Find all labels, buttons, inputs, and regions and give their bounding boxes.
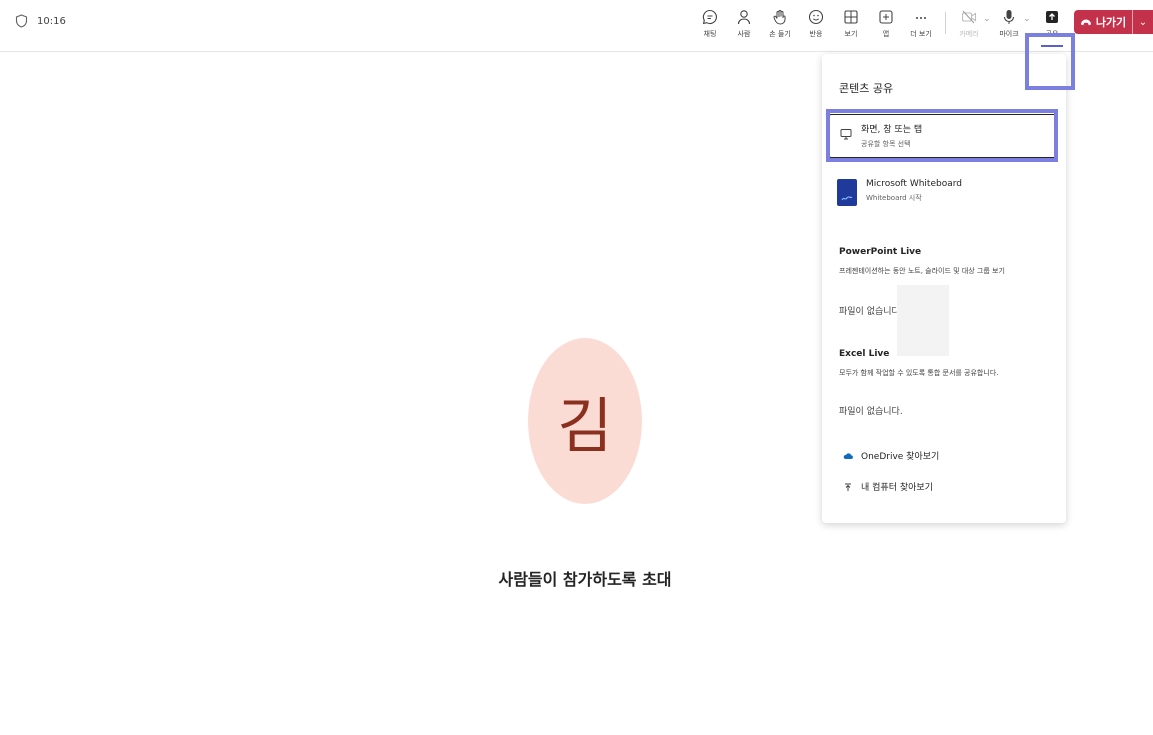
mic-options-chevron-icon[interactable]: ⌄ [1023,14,1031,24]
apps-label: 앱 [882,30,890,38]
chat-icon [702,9,717,25]
cloud-icon [843,452,853,459]
browse-onedrive-label: OneDrive 찾아보기 [861,452,940,462]
share-content-panel: 콘텐츠 공유 화면, 창 또는 탭 공유할 항목 선택 Microsoft Wh… [822,54,1066,523]
chat-button[interactable]: 채팅 [693,8,727,44]
monitor-icon [840,129,852,140]
people-label: 사람 [737,30,751,38]
mic-button[interactable]: 마이크 [992,8,1026,44]
whiteboard-option[interactable]: Microsoft Whiteboard Whiteboard 시작 [829,179,1058,206]
shield-icon [15,14,28,28]
powerpoint-live-description: 프레젠테이션하는 동안 노트, 슬라이드 및 대상 그룹 보기 [839,267,1005,275]
camera-options-chevron-icon[interactable]: ⌄ [983,14,991,24]
avatar: 김 [528,338,642,504]
share-screen-subtitle: 공유할 항목 선택 [861,140,911,148]
whiteboard-subtitle: Whiteboard 시작 [866,194,922,202]
whiteboard-icon [837,179,857,206]
share-active-indicator [1041,45,1063,47]
smile-icon [808,9,824,25]
share-icon [1046,11,1058,23]
mic-label: 마이크 [999,30,1019,38]
camera-label: 카메라 [959,30,979,38]
people-button[interactable]: 사람 [727,8,761,44]
upload-icon [845,483,851,491]
microphone-icon [1003,10,1015,24]
meeting-window: 10:16 채팅 사람 손 들기 반응 보기 앱 더 보기 카메라 ⌄ 마이크 … [0,0,1153,735]
excel-live-description: 모두가 함께 작업할 수 있도록 통합 문서를 공유합니다. [839,369,999,377]
share-button[interactable]: 공유 [1035,8,1069,44]
meeting-toolbar: 10:16 채팅 사람 손 들기 반응 보기 앱 더 보기 카메라 ⌄ 마이크 … [0,0,1153,52]
react-button[interactable]: 반응 [799,8,833,44]
chat-label: 채팅 [703,30,717,38]
view-label: 보기 [844,30,858,38]
add-app-icon [879,10,893,24]
excel-live-heading: Excel Live [839,349,890,359]
browse-onedrive-link[interactable]: OneDrive 찾아보기 [843,449,939,462]
browse-computer-link[interactable]: 내 컴퓨터 찾아보기 [843,480,933,493]
powerpoint-live-heading: PowerPoint Live [839,247,922,257]
more-label: 더 보기 [910,30,932,38]
leave-button[interactable]: 나가기 [1074,10,1132,34]
more-icon [916,17,926,19]
blank-overlay [897,285,949,356]
powerpoint-no-files: 파일이 없습니다 [839,307,900,317]
browse-computer-label: 내 컴퓨터 찾아보기 [861,483,933,493]
people-icon [737,10,751,25]
camera-off-icon [961,10,977,24]
toolbar-divider [945,12,946,34]
avatar-initial: 김 [557,391,613,462]
view-button[interactable]: 보기 [834,8,868,44]
raise-hand-label: 손 들기 [769,30,791,38]
camera-button[interactable]: 카메라 [952,8,986,44]
grid-icon [844,10,858,24]
share-screen-option[interactable]: 화면, 창 또는 탭 공유할 항목 선택 [829,114,1058,158]
apps-button[interactable]: 앱 [869,8,903,44]
panel-title: 콘텐츠 공유 [839,82,894,95]
react-label: 반응 [809,30,823,38]
leave-label: 나가기 [1095,16,1127,29]
share-label: 공유 [1045,30,1059,38]
invite-people-text[interactable]: 사람들이 참가하도록 초대 [450,566,720,590]
meeting-timer: 10:16 [15,14,66,28]
raise-hand-button[interactable]: 손 들기 [763,8,797,44]
timer-text: 10:16 [37,15,66,27]
share-screen-title: 화면, 창 또는 탭 [861,125,923,135]
more-button[interactable]: 더 보기 [904,8,938,44]
hand-icon [773,10,786,25]
excel-no-files: 파일이 없습니다. [839,407,903,417]
hang-up-icon [1080,19,1091,26]
whiteboard-title: Microsoft Whiteboard [866,179,962,189]
leave-options-chevron-icon[interactable]: ⌄ [1132,10,1153,34]
